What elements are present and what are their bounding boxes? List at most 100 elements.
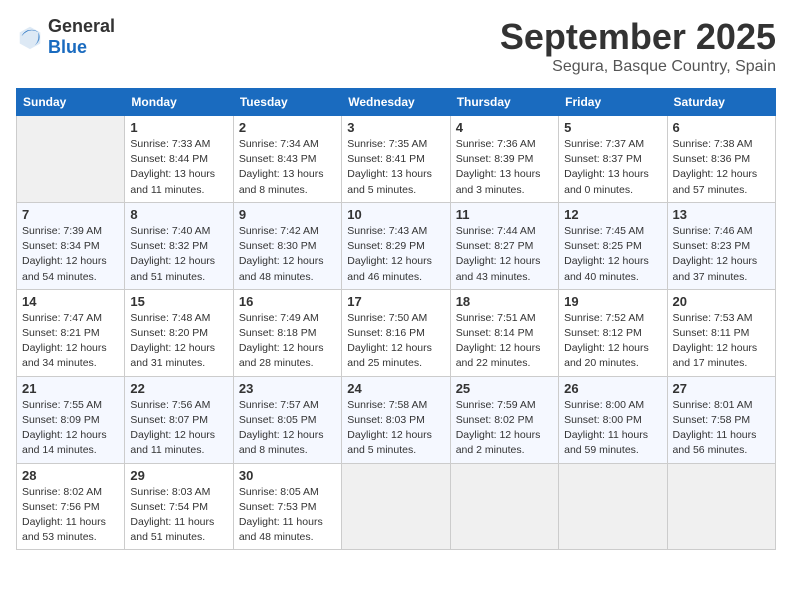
day-number: 30: [239, 468, 336, 483]
day-number: 13: [673, 207, 770, 222]
day-number: 2: [239, 120, 336, 135]
day-number: 3: [347, 120, 444, 135]
cell-info: Sunrise: 7:48 AMSunset: 8:20 PMDaylight:…: [130, 311, 227, 372]
calendar-cell: 2Sunrise: 7:34 AMSunset: 8:43 PMDaylight…: [233, 116, 341, 203]
day-number: 4: [456, 120, 553, 135]
calendar-cell: 20 Sunrise: 7:53 AMSunset: 8:11 PMDayligh…: [667, 289, 775, 376]
location: Segura, Basque Country, Spain: [500, 58, 776, 76]
calendar-cell: 5 Sunrise: 7:37 AMSunset: 8:37 PMDaylight…: [559, 116, 667, 203]
calendar-cell: 8 Sunrise: 7:40 AMSunset: 8:32 PMDaylight…: [125, 202, 233, 289]
day-number: 17: [347, 294, 444, 309]
logo-text: General Blue: [48, 16, 115, 58]
day-number: 7: [22, 207, 119, 222]
calendar-cell: 14 Sunrise: 7:47 AMSunset: 8:21 PMDayligh…: [17, 289, 125, 376]
day-number: 11: [456, 207, 553, 222]
cell-info: Sunrise: 7:51 AMSunset: 8:14 PMDaylight:…: [456, 311, 553, 372]
cell-info: Sunrise: 7:43 AMSunset: 8:29 PMDaylight:…: [347, 224, 444, 285]
calendar-cell: 1Sunrise: 7:33 AMSunset: 8:44 PMDaylight…: [125, 116, 233, 203]
calendar-cell: 23 Sunrise: 7:57 AMSunset: 8:05 PMDayligh…: [233, 376, 341, 463]
logo-general: General: [48, 16, 115, 36]
cell-info: Sunrise: 7:33 AMSunset: 8:44 PMDaylight:…: [130, 137, 227, 198]
cell-info: Sunrise: 8:01 AMSunset: 7:58 PMDaylight:…: [673, 398, 770, 459]
calendar-cell: 11 Sunrise: 7:44 AMSunset: 8:27 PMDayligh…: [450, 202, 558, 289]
calendar-week-5: 28 Sunrise: 8:02 AMSunset: 7:56 PMDayligh…: [17, 463, 776, 550]
calendar-cell: 15 Sunrise: 7:48 AMSunset: 8:20 PMDayligh…: [125, 289, 233, 376]
calendar-week-2: 7 Sunrise: 7:39 AMSunset: 8:34 PMDaylight…: [17, 202, 776, 289]
day-number: 29: [130, 468, 227, 483]
calendar-cell: 18Sunrise: 7:51 AMSunset: 8:14 PMDayligh…: [450, 289, 558, 376]
header-thursday: Thursday: [450, 89, 558, 116]
calendar-cell: 22Sunrise: 7:56 AMSunset: 8:07 PMDayligh…: [125, 376, 233, 463]
cell-info: Sunrise: 7:38 AMSunset: 8:36 PMDaylight:…: [673, 137, 770, 198]
calendar-cell: 24 Sunrise: 7:58 AMSunset: 8:03 PMDayligh…: [342, 376, 450, 463]
cell-info: Sunrise: 7:45 AMSunset: 8:25 PMDaylight:…: [564, 224, 661, 285]
calendar-header-row: SundayMondayTuesdayWednesdayThursdayFrid…: [17, 89, 776, 116]
cell-info: Sunrise: 7:39 AMSunset: 8:34 PMDaylight:…: [22, 224, 119, 285]
day-number: 8: [130, 207, 227, 222]
cell-info: Sunrise: 7:49 AMSunset: 8:18 PMDaylight:…: [239, 311, 336, 372]
header-monday: Monday: [125, 89, 233, 116]
calendar-cell: 9Sunrise: 7:42 AMSunset: 8:30 PMDaylight…: [233, 202, 341, 289]
calendar-cell: [17, 116, 125, 203]
day-number: 23: [239, 381, 336, 396]
page-header: General Blue September 2025 Segura, Basq…: [16, 16, 776, 76]
calendar-cell: 7 Sunrise: 7:39 AMSunset: 8:34 PMDaylight…: [17, 202, 125, 289]
calendar-cell: 21Sunrise: 7:55 AMSunset: 8:09 PMDayligh…: [17, 376, 125, 463]
calendar-cell: [450, 463, 558, 550]
calendar-cell: 28 Sunrise: 8:02 AMSunset: 7:56 PMDayligh…: [17, 463, 125, 550]
day-number: 5: [564, 120, 661, 135]
cell-info: Sunrise: 7:40 AMSunset: 8:32 PMDaylight:…: [130, 224, 227, 285]
calendar-cell: 6Sunrise: 7:38 AMSunset: 8:36 PMDaylight…: [667, 116, 775, 203]
calendar-cell: 19 Sunrise: 7:52 AMSunset: 8:12 PMDayligh…: [559, 289, 667, 376]
cell-info: Sunrise: 7:35 AMSunset: 8:41 PMDaylight:…: [347, 137, 444, 198]
month-title: September 2025: [500, 16, 776, 58]
day-number: 20: [673, 294, 770, 309]
day-number: 24: [347, 381, 444, 396]
day-number: 10: [347, 207, 444, 222]
header-wednesday: Wednesday: [342, 89, 450, 116]
logo: General Blue: [16, 16, 115, 58]
calendar-cell: [667, 463, 775, 550]
cell-info: Sunrise: 7:44 AMSunset: 8:27 PMDaylight:…: [456, 224, 553, 285]
calendar-cell: 27 Sunrise: 8:01 AMSunset: 7:58 PMDayligh…: [667, 376, 775, 463]
header-tuesday: Tuesday: [233, 89, 341, 116]
calendar-cell: 13 Sunrise: 7:46 AMSunset: 8:23 PMDayligh…: [667, 202, 775, 289]
calendar-cell: [559, 463, 667, 550]
day-number: 26: [564, 381, 661, 396]
calendar-cell: 25Sunrise: 7:59 AMSunset: 8:02 PMDayligh…: [450, 376, 558, 463]
calendar-week-4: 21Sunrise: 7:55 AMSunset: 8:09 PMDayligh…: [17, 376, 776, 463]
day-number: 16: [239, 294, 336, 309]
calendar-cell: 17 Sunrise: 7:50 AMSunset: 8:16 PMDayligh…: [342, 289, 450, 376]
day-number: 15: [130, 294, 227, 309]
cell-info: Sunrise: 7:57 AMSunset: 8:05 PMDaylight:…: [239, 398, 336, 459]
cell-info: Sunrise: 7:53 AMSunset: 8:11 PMDaylight:…: [673, 311, 770, 372]
calendar-cell: 30 Sunrise: 8:05 AMSunset: 7:53 PMDayligh…: [233, 463, 341, 550]
day-number: 14: [22, 294, 119, 309]
header-saturday: Saturday: [667, 89, 775, 116]
cell-info: Sunrise: 7:46 AMSunset: 8:23 PMDaylight:…: [673, 224, 770, 285]
calendar-cell: 16 Sunrise: 7:49 AMSunset: 8:18 PMDayligh…: [233, 289, 341, 376]
calendar-week-1: 1Sunrise: 7:33 AMSunset: 8:44 PMDaylight…: [17, 116, 776, 203]
cell-info: Sunrise: 7:36 AMSunset: 8:39 PMDaylight:…: [456, 137, 553, 198]
calendar-table: SundayMondayTuesdayWednesdayThursdayFrid…: [16, 88, 776, 550]
cell-info: Sunrise: 7:47 AMSunset: 8:21 PMDaylight:…: [22, 311, 119, 372]
cell-info: Sunrise: 8:05 AMSunset: 7:53 PMDaylight:…: [239, 485, 336, 546]
cell-info: Sunrise: 7:55 AMSunset: 8:09 PMDaylight:…: [22, 398, 119, 459]
day-number: 22: [130, 381, 227, 396]
cell-info: Sunrise: 8:02 AMSunset: 7:56 PMDaylight:…: [22, 485, 119, 546]
cell-info: Sunrise: 7:52 AMSunset: 8:12 PMDaylight:…: [564, 311, 661, 372]
day-number: 9: [239, 207, 336, 222]
calendar-cell: 29Sunrise: 8:03 AMSunset: 7:54 PMDayligh…: [125, 463, 233, 550]
cell-info: Sunrise: 7:59 AMSunset: 8:02 PMDaylight:…: [456, 398, 553, 459]
calendar-week-3: 14 Sunrise: 7:47 AMSunset: 8:21 PMDayligh…: [17, 289, 776, 376]
cell-info: Sunrise: 8:00 AMSunset: 8:00 PMDaylight:…: [564, 398, 661, 459]
day-number: 27: [673, 381, 770, 396]
logo-blue: Blue: [48, 37, 87, 57]
header-friday: Friday: [559, 89, 667, 116]
cell-info: Sunrise: 7:50 AMSunset: 8:16 PMDaylight:…: [347, 311, 444, 372]
cell-info: Sunrise: 7:58 AMSunset: 8:03 PMDaylight:…: [347, 398, 444, 459]
cell-info: Sunrise: 7:37 AMSunset: 8:37 PMDaylight:…: [564, 137, 661, 198]
calendar-cell: 4 Sunrise: 7:36 AMSunset: 8:39 PMDaylight…: [450, 116, 558, 203]
day-number: 28: [22, 468, 119, 483]
day-number: 19: [564, 294, 661, 309]
